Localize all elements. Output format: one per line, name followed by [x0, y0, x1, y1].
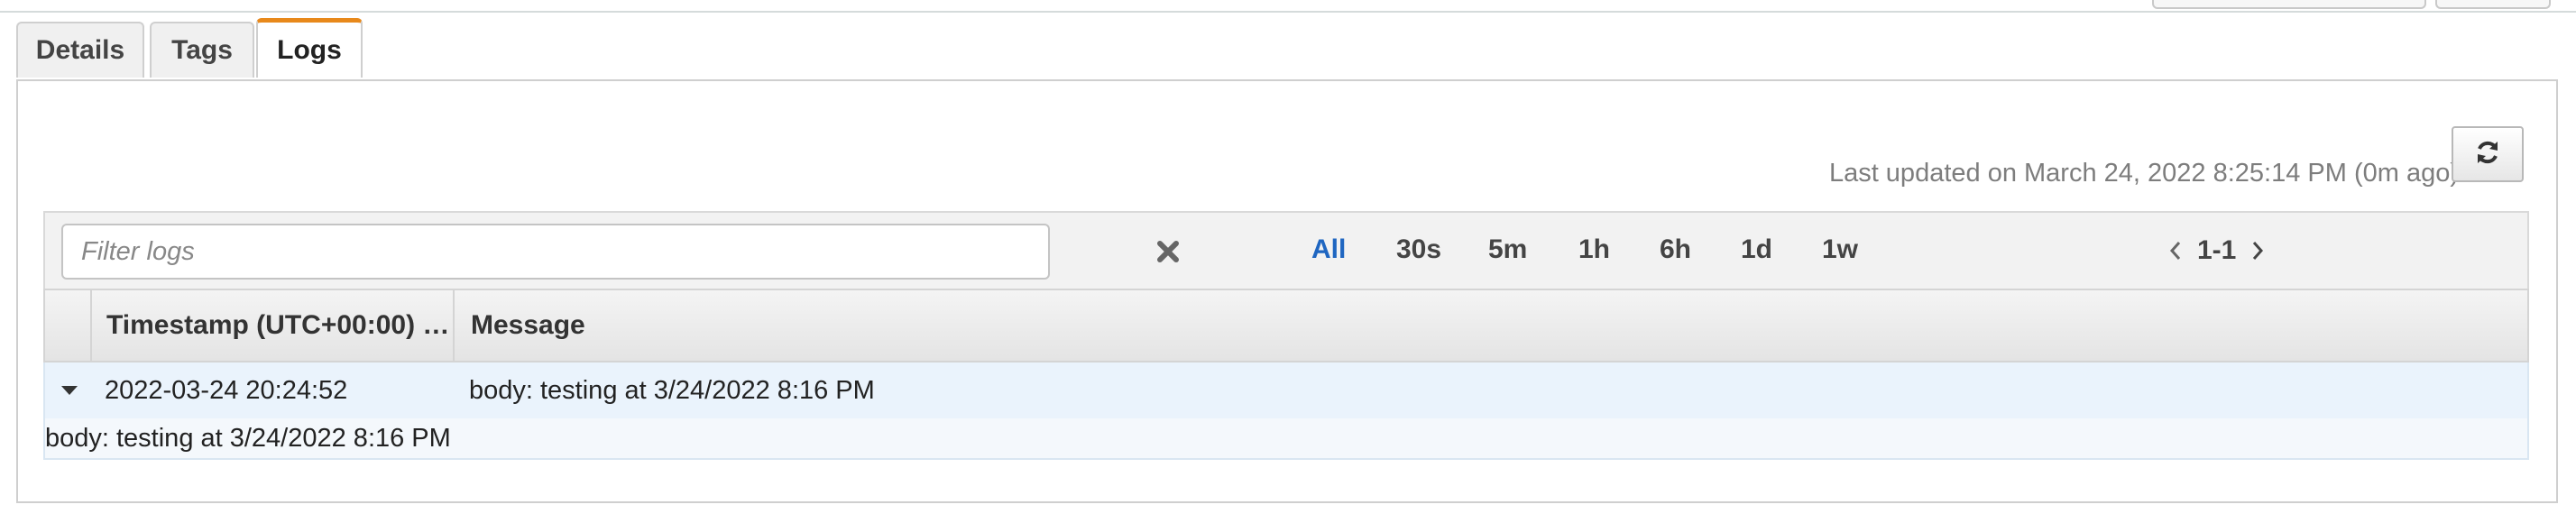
row-detail: body: testing at 3/24/2022 8:16 PM [43, 418, 2529, 460]
range-1h[interactable]: 1h [1578, 234, 1610, 265]
range-1d[interactable]: 1d [1741, 234, 1772, 265]
last-updated-text: Last updated on March 24, 2022 8:25:14 P… [1828, 159, 2459, 188]
header-divider[interactable] [453, 290, 455, 361]
logs-toolbar: All 30s 5m 1h 6h 1d 1w 1-1 [43, 211, 2529, 289]
page-range-label: 1-1 [2197, 235, 2237, 265]
tab-logs[interactable]: Logs [256, 18, 363, 78]
row-message: body: testing at 3/24/2022 8:16 PM [469, 375, 875, 405]
range-6h[interactable]: 6h [1660, 234, 1691, 265]
chevron-left-icon[interactable] [2165, 237, 2186, 264]
range-all[interactable]: All [1311, 234, 1346, 265]
refresh-button[interactable] [2452, 126, 2524, 182]
top-divider [0, 11, 2576, 13]
top-action-button-2[interactable] [2435, 0, 2551, 9]
range-30s[interactable]: 30s [1396, 234, 1441, 265]
table-header: Timestamp (UTC+00:00) … Message [43, 289, 2529, 362]
range-1w[interactable]: 1w [1822, 234, 1858, 265]
tab-details[interactable]: Details [16, 22, 144, 78]
table-row[interactable]: 2022-03-24 20:24:52 body: testing at 3/2… [43, 362, 2529, 418]
range-5m[interactable]: 5m [1488, 234, 1527, 265]
clear-x-icon[interactable] [1153, 236, 1183, 267]
header-divider [90, 290, 92, 361]
tab-tags[interactable]: Tags [150, 22, 254, 78]
caret-down-icon[interactable] [54, 375, 85, 406]
column-header-message[interactable]: Message [471, 290, 585, 361]
pagination: 1-1 [2165, 233, 2268, 269]
refresh-icon [2473, 138, 2502, 171]
logs-table: All 30s 5m 1h 6h 1d 1w 1-1 Timestamp (UT… [43, 211, 2529, 460]
top-action-button-1[interactable] [2152, 0, 2426, 9]
filter-logs-input[interactable] [61, 224, 1050, 280]
row-timestamp: 2022-03-24 20:24:52 [105, 375, 348, 405]
chevron-right-icon[interactable] [2247, 237, 2268, 264]
column-header-timestamp[interactable]: Timestamp (UTC+00:00) … [106, 290, 476, 361]
row-detail-text: body: testing at 3/24/2022 8:16 PM [45, 423, 451, 453]
